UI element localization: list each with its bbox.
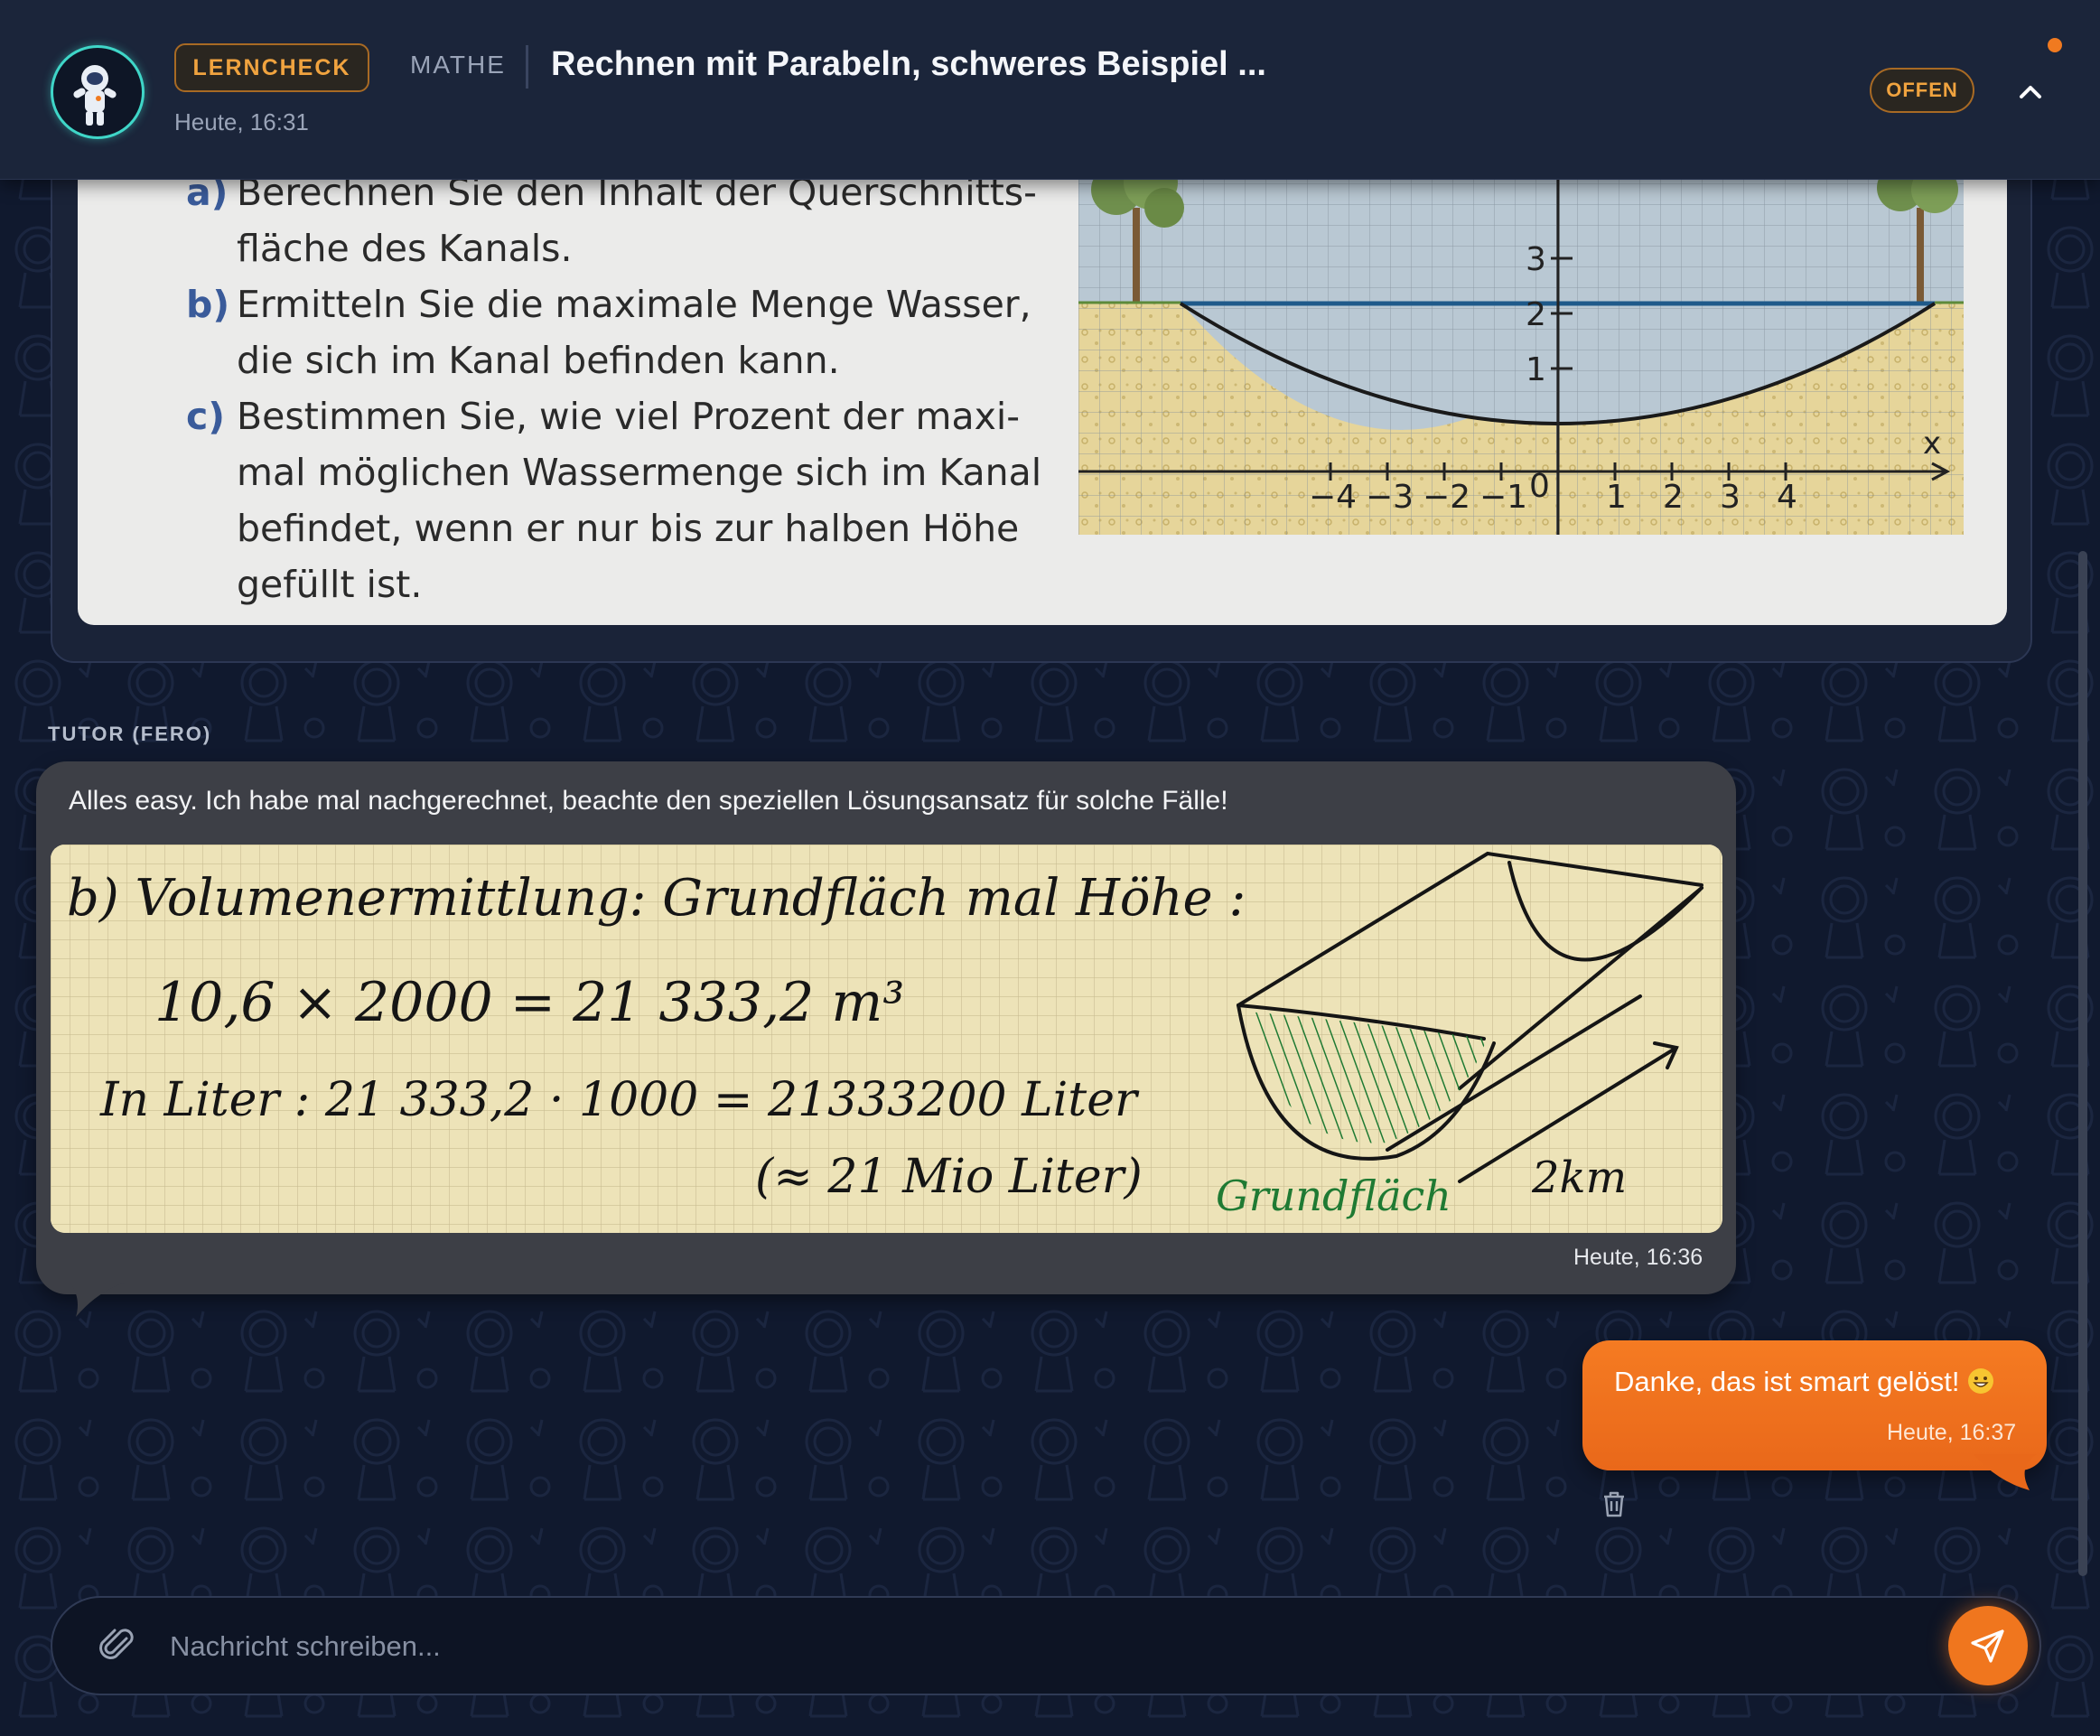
status-badge: OFFEN [1870, 68, 1974, 113]
x-tick-label: 4 [1777, 479, 1797, 516]
send-icon [1971, 1629, 2004, 1663]
task-line: gefüllt ist. [237, 563, 423, 606]
user-message-text: Danke, das ist smart gelöst! [1614, 1366, 1994, 1398]
y-tick-label: 1 [1526, 351, 1546, 388]
header-timestamp: Heute, 16:31 [174, 108, 309, 135]
notification-dot [2048, 38, 2062, 52]
astronaut-avatar-icon [51, 45, 145, 139]
parabola-graph: x −4 −3 −2 −1 0 1 2 3 4123 [1078, 163, 1964, 535]
x-tick-label: 3 [1720, 479, 1741, 516]
y-tick-label: 2 [1526, 296, 1546, 333]
paperclip-icon[interactable] [99, 1626, 137, 1666]
header-divider [526, 45, 528, 89]
y-tick-label: 3 [1526, 241, 1546, 278]
send-button[interactable] [1948, 1606, 2028, 1685]
x-axis-label: x [1923, 425, 1941, 462]
task-line: b) Ermitteln Sie die maximale Menge Wasse… [186, 283, 1031, 326]
chevron-up-icon[interactable] [2011, 72, 2050, 112]
chat-header: LERNCHECK MATHE Rechnen mit Parabeln, sc… [0, 0, 2100, 180]
user-timestamp: Heute, 16:37 [1887, 1420, 2017, 1445]
x-tick-label: 0 [1529, 468, 1550, 505]
task-line: die sich im Kanal befinden kann. [237, 339, 840, 382]
note-line: b) Volumenermittlung: Grundfläch mal Höh… [67, 869, 1246, 928]
message-input[interactable] [168, 1617, 1933, 1676]
x-tick-label: 1 [1606, 479, 1627, 516]
x-tick-label: −4 [1309, 479, 1357, 516]
handwritten-notes: b) Volumenermittlung: Grundfläch mal Höh… [51, 845, 1722, 1233]
page-title: Rechnen mit Parabeln, schweres Beispiel … [551, 45, 1266, 83]
note-line: (≈ 21 Mio Liter) [755, 1150, 1143, 1204]
note-length-label: 2km [1531, 1153, 1627, 1203]
note-area-label: Grundfläch [1216, 1171, 1451, 1220]
subject-label: MATHE [410, 51, 506, 79]
tutor-bubble-tail [70, 1283, 125, 1317]
task-text: a) Berechnen Sie den Inhalt der Querschni… [186, 164, 1107, 612]
x-tick-label: −2 [1423, 479, 1470, 516]
trash-icon[interactable] [1601, 1489, 1628, 1518]
task-photo[interactable]: a) Berechnen Sie den Inhalt der Querschni… [78, 163, 2007, 625]
user-bubble-tail [1974, 1454, 2037, 1490]
tutor-label: TUTOR (FERO) [48, 723, 212, 745]
x-tick-label: −1 [1479, 479, 1527, 516]
note-line: 10,6 × 2000 = 21 333,2 m³ [154, 971, 904, 1034]
x-tick-label: −3 [1366, 479, 1414, 516]
grinning-emoji-icon [1967, 1368, 1993, 1394]
user-message-bubble [1582, 1340, 2047, 1470]
task-line: befindet, wenn er nur bis zur halben Höh… [237, 507, 1020, 550]
scrollbar[interactable] [2078, 551, 2087, 1576]
tutor-message-text: Alles easy. Ich habe mal nachgerechnet, … [69, 786, 1228, 816]
task-line: fläche des Kanals. [237, 227, 573, 270]
task-line: c) Bestimmen Sie, wie viel Prozent der ma… [186, 395, 1021, 438]
task-line: mal möglichen Wassermenge sich im Kanal [237, 451, 1042, 494]
tutor-timestamp: Heute, 16:36 [1573, 1245, 1703, 1270]
lerncheck-badge: LERNCHECK [174, 43, 369, 92]
handwritten-solution-image[interactable]: b) Volumenermittlung: Grundfläch mal Höh… [51, 845, 1722, 1233]
note-line: In Liter : 21 333,2 · 1000 = 21333200 Li… [99, 1073, 1140, 1127]
x-tick-label: 2 [1663, 479, 1684, 516]
